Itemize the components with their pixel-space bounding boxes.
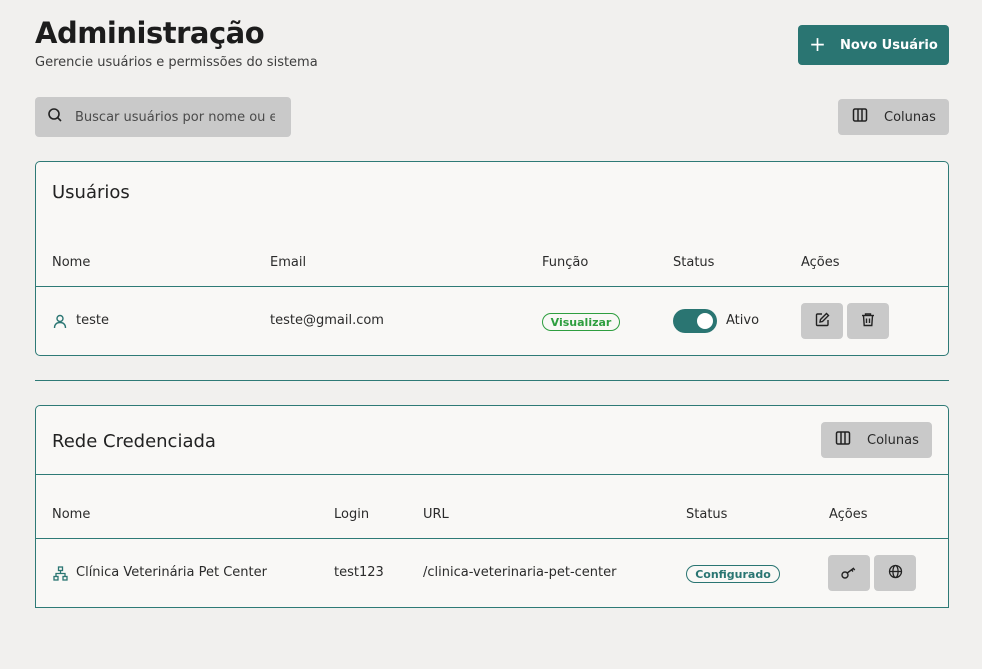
column-header-name: Nome — [52, 507, 91, 522]
status-toggle[interactable] — [673, 309, 717, 333]
section-divider — [35, 380, 949, 381]
network-name: Clínica Veterinária Pet Center — [76, 565, 267, 580]
users-card-title: Usuários — [52, 182, 130, 203]
header-divider — [36, 538, 948, 539]
column-header-role: Função — [542, 255, 589, 270]
columns-label: Colunas — [867, 432, 919, 448]
page-title: Administração — [35, 16, 265, 50]
columns-button[interactable]: Colunas — [838, 99, 949, 135]
network-card-title: Rede Credenciada — [52, 431, 216, 452]
credentials-button[interactable] — [828, 555, 870, 591]
column-header-status: Status — [673, 255, 715, 270]
new-user-button[interactable]: + Novo Usuário — [798, 25, 949, 65]
status-label: Ativo — [726, 313, 760, 328]
network-card: Rede Credenciada Colunas Nome Login URL … — [35, 405, 949, 608]
search-input[interactable] — [75, 109, 275, 125]
network-columns-button[interactable]: Colunas — [821, 422, 932, 458]
status-badge: Configurado — [686, 565, 780, 583]
columns-icon — [835, 430, 851, 450]
role-badge: Visualizar — [542, 313, 620, 331]
users-card: Usuários Nome Email Função Status Ações … — [35, 161, 949, 356]
user-email: teste@gmail.com — [270, 313, 384, 328]
column-header-url: URL — [423, 507, 449, 522]
user-icon — [53, 314, 67, 333]
search-icon — [47, 107, 63, 127]
page-subtitle: Gerencie usuários e permissões do sistem… — [35, 55, 318, 70]
globe-icon — [888, 564, 903, 583]
columns-icon — [852, 107, 868, 127]
header-divider — [36, 286, 948, 287]
network-url: /clinica-veterinaria-pet-center — [423, 565, 617, 580]
search-box[interactable] — [35, 97, 291, 137]
network-login: test123 — [334, 565, 384, 580]
new-user-label: Novo Usuário — [839, 37, 938, 53]
column-header-email: Email — [270, 255, 307, 270]
plus-icon: + — [809, 32, 826, 56]
key-icon — [841, 564, 857, 583]
columns-label: Colunas — [884, 109, 936, 125]
edit-icon — [815, 312, 830, 331]
column-header-actions: Ações — [801, 255, 840, 270]
column-header-status: Status — [686, 507, 728, 522]
column-header-login: Login — [334, 507, 370, 522]
trash-icon — [861, 312, 875, 331]
network-icon — [53, 566, 68, 585]
open-site-button[interactable] — [874, 555, 916, 591]
edit-button[interactable] — [801, 303, 843, 339]
delete-button[interactable] — [847, 303, 889, 339]
user-name: teste — [76, 313, 109, 328]
column-header-name: Nome — [52, 255, 91, 270]
column-header-actions: Ações — [829, 507, 868, 522]
title-divider — [36, 474, 948, 475]
toggle-knob — [697, 313, 713, 329]
